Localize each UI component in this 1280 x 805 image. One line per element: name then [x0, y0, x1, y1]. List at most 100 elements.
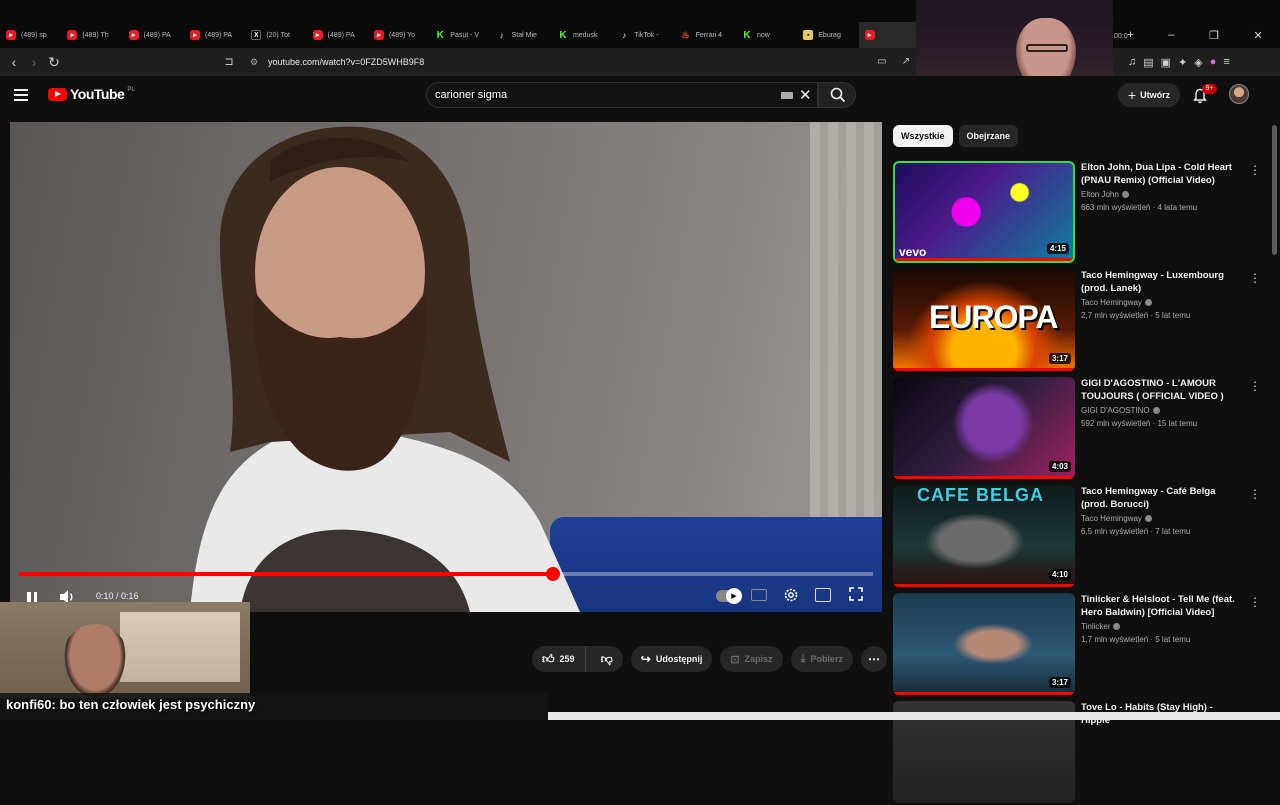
list-item[interactable]: 4:03 GIGI D'AGOSTINO - L'AMOUR TOUJOURS (… — [893, 377, 1263, 481]
video-thumbnail[interactable]: EUROPA 3:17 — [893, 269, 1075, 371]
reading-list-icon[interactable]: ▤ — [1143, 56, 1153, 69]
like-count: 259 — [559, 654, 575, 664]
video-thumbnail[interactable]: CAFE BELGA 4:10 — [893, 485, 1075, 587]
keyboard-icon[interactable] — [781, 92, 793, 99]
share-page-icon[interactable]: ↗ — [896, 52, 916, 72]
channel-name[interactable]: GIGI D'AGOSTINO — [1081, 406, 1160, 415]
video-title[interactable]: Taco Hemingway - Luxembourg (prod. Lanek… — [1081, 269, 1241, 295]
notification-badge: 9+ — [1202, 84, 1217, 94]
site-info-icon[interactable]: ⚙ — [250, 54, 258, 70]
browser-tab[interactable]: ♪ TikTok - — [613, 22, 674, 48]
list-item[interactable]: vevo 4:15 Elton John, Dua Lipa - Cold Hear… — [893, 161, 1263, 265]
forward-icon[interactable]: › — [24, 52, 44, 72]
list-item[interactable]: 3:17 Tinlicker & Helsloot - Tell Me (feat… — [893, 593, 1263, 697]
video-title[interactable]: GIGI D'AGOSTINO - L'AMOUR TOUJOURS ( OFF… — [1081, 377, 1241, 403]
reload-icon[interactable]: ↻ — [44, 52, 64, 72]
browser-tab[interactable]: ♪ Stał Mie — [491, 22, 552, 48]
settings-gear-icon[interactable] — [782, 586, 800, 604]
progress-scrubber[interactable] — [546, 567, 560, 581]
video-title[interactable]: Elton John, Dua Lipa - Cold Heart (PNAU … — [1081, 161, 1241, 187]
close-window-icon[interactable]: ✕ — [1253, 29, 1262, 42]
video-thumbnail[interactable]: 4:03 — [893, 377, 1075, 479]
browser-tab[interactable]: K Pasut - V — [429, 22, 490, 48]
url-text: youtube.com/watch?v=0FZD5WHB9F8 — [268, 57, 425, 67]
url-field[interactable]: ⚙ youtube.com/watch?v=0FZD5WHB9F8 — [246, 54, 846, 70]
channel-name[interactable]: Elton John — [1081, 190, 1129, 199]
wallet-icon[interactable]: ▣ — [1161, 56, 1171, 69]
chip-watched[interactable]: Obejrzane — [958, 125, 1019, 147]
chat-message: konfi60: bo ten człowiek jest psychiczny — [6, 697, 255, 712]
browser-tab[interactable]: ♨ Ferrari 4 — [675, 22, 736, 48]
video-title[interactable]: Tinlicker & Helsloot - Tell Me (feat. He… — [1081, 593, 1241, 619]
list-item[interactable]: EUROPA 3:17 Taco Hemingway - Luxembourg (p… — [893, 269, 1263, 373]
thumbs-up-icon: 👍︎ — [542, 651, 555, 666]
browser-tab[interactable]: ▸ (489) sp — [0, 22, 61, 48]
video-thumbnail[interactable]: vevo 4:15 — [893, 161, 1075, 263]
browser-tab[interactable]: ▸ (489) PA — [307, 22, 368, 48]
more-vert-icon[interactable]: ⋮ — [1249, 163, 1261, 177]
more-vert-icon[interactable]: ⋮ — [1249, 271, 1261, 285]
dislike-button[interactable]: 👎︎ — [591, 646, 623, 672]
vpn-icon[interactable]: ◈ — [1194, 56, 1202, 69]
back-icon[interactable]: ‹ — [4, 52, 24, 72]
browser-tab[interactable]: ▸ (489) Yo — [368, 22, 429, 48]
create-button[interactable]: + Utwórz — [1118, 83, 1180, 107]
kick-tab-icon: K — [436, 29, 444, 41]
minimize-icon[interactable]: – — [1168, 29, 1174, 41]
cam-kitchen — [120, 612, 240, 682]
video-title[interactable]: Taco Hemingway - Café Belga (prod. Boruc… — [1081, 485, 1241, 511]
new-tab-icon[interactable]: + — [1127, 29, 1133, 41]
youtube-header: YouTube PL carioner sigma ✕ + Utwórz — [0, 76, 1280, 120]
thumbnail-text: vevo — [899, 245, 927, 259]
list-item[interactable]: CAFE BELGA 4:10 Taco Hemingway - Café Belg… — [893, 485, 1263, 589]
channel-name[interactable]: Taco Hemingway — [1081, 514, 1152, 523]
chip-all[interactable]: Wszystkie — [893, 125, 953, 147]
video-thumbnail[interactable]: 3:17 — [893, 593, 1075, 695]
fullscreen-icon[interactable] — [848, 586, 864, 602]
video-player[interactable]: 0:10 / 0:16 ▶ — [10, 122, 882, 612]
sidebar-scrollbar[interactable] — [1272, 125, 1277, 255]
profile-icon[interactable]: ● — [1210, 56, 1217, 68]
avatar[interactable] — [1229, 84, 1249, 104]
logo-text: YouTube — [70, 86, 125, 102]
search-button[interactable] — [818, 82, 856, 108]
browser-tab[interactable]: ▪ Eburag — [797, 22, 858, 48]
more-vert-icon[interactable]: ⋮ — [1249, 379, 1261, 393]
video-meta: 2,7 mln wyświetleń · 5 lat temu — [1081, 311, 1191, 320]
save-button[interactable]: ⊡ Zapisz — [720, 646, 783, 672]
more-actions-button[interactable]: ⋯ — [860, 646, 887, 672]
subtitles-icon[interactable] — [751, 589, 767, 601]
logo-country: PL — [127, 86, 135, 93]
clear-search-icon[interactable]: ✕ — [799, 86, 812, 104]
download-icon: ⤓ — [800, 652, 806, 665]
music-icon[interactable]: ♫ — [1128, 56, 1136, 68]
screen-share-icon[interactable]: ▭ — [872, 52, 892, 72]
browser-tab[interactable]: ▸ — [858, 22, 920, 48]
browser-tab[interactable]: ▸ (489) PA — [184, 22, 245, 48]
browser-tab[interactable]: Kmedusk — [552, 22, 613, 48]
browser-tab[interactable]: X (20) Tot — [245, 22, 306, 48]
more-vert-icon[interactable]: ⋮ — [1249, 595, 1261, 609]
hamburger-menu-icon[interactable] — [14, 86, 34, 106]
theater-mode-icon[interactable] — [815, 588, 831, 602]
search-query: carioner sigma — [435, 89, 508, 101]
search-input[interactable]: carioner sigma ✕ — [426, 82, 818, 108]
browser-tab[interactable]: Know — [736, 22, 797, 48]
share-button[interactable]: ↪ Udostępnij — [630, 646, 713, 672]
browser-menu-icon[interactable]: ≡ — [1223, 56, 1229, 68]
browser-tab[interactable]: ▸ (489) PA — [123, 22, 184, 48]
taskbar-strip — [548, 712, 1280, 720]
download-label: Pobierz — [810, 654, 843, 664]
extensions-icon[interactable]: ✦ — [1178, 56, 1187, 69]
bookmark-icon[interactable]: ⊐ — [219, 52, 239, 72]
more-vert-icon[interactable]: ⋮ — [1249, 487, 1261, 501]
restore-icon[interactable]: ❐ — [1209, 29, 1219, 42]
browser-tab[interactable]: ▸ (489) Th — [61, 22, 122, 48]
youtube-logo[interactable]: YouTube PL — [48, 86, 135, 102]
browser-tab-label: (489) Th — [82, 31, 109, 39]
channel-name[interactable]: Taco Hemingway — [1081, 298, 1152, 307]
youtube-tab-icon: ▸ — [864, 30, 875, 40]
download-button[interactable]: ⤓ Pobierz — [790, 646, 853, 672]
channel-name[interactable]: Tinlicker — [1081, 622, 1121, 631]
like-button[interactable]: 👍︎ 259 — [532, 646, 586, 672]
